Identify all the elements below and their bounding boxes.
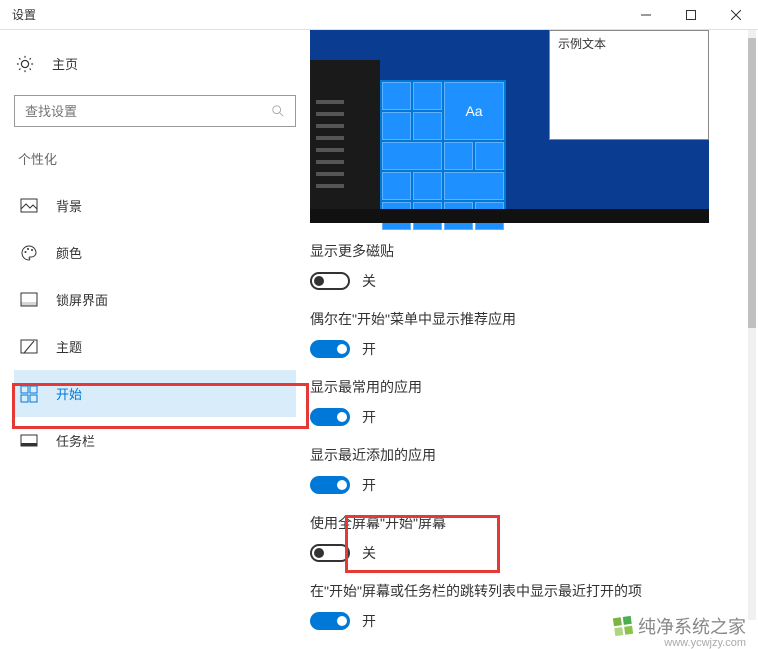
- toggle-state: 关: [362, 543, 376, 563]
- toggle-recently-added[interactable]: [310, 476, 350, 494]
- sidebar-item-label: 颜色: [56, 243, 82, 262]
- toggle-fullscreen-start[interactable]: [310, 544, 350, 562]
- setting-fullscreen-start: 使用全屏幕"开始"屏幕 关: [310, 513, 758, 563]
- preview-tile-aa: Aa: [444, 82, 504, 140]
- setting-recently-added: 显示最近添加的应用 开: [310, 445, 758, 495]
- sidebar-item-background[interactable]: 背景: [14, 182, 296, 229]
- gear-icon: [16, 55, 34, 73]
- sidebar-item-lockscreen[interactable]: 锁屏界面: [14, 276, 296, 323]
- sidebar: 主页 个性化 背景 颜色 锁屏界面 主题 开始: [0, 30, 310, 649]
- minimize-button[interactable]: [623, 0, 668, 30]
- toggle-state: 开: [362, 611, 376, 631]
- setting-more-tiles: 显示更多磁贴 关: [310, 241, 758, 291]
- start-icon: [20, 385, 38, 403]
- main-content: Aa 示例文本 显示更多磁贴 关 偶尔在"开始"菜单中显示推荐应用 开: [310, 30, 758, 649]
- sidebar-item-label: 主题: [56, 337, 82, 356]
- home-link[interactable]: 主页: [14, 50, 296, 77]
- preview-sample-window: 示例文本: [549, 30, 709, 140]
- close-button[interactable]: [713, 0, 758, 30]
- watermark-text: 纯净系统之家: [638, 613, 746, 639]
- search-input[interactable]: [25, 104, 271, 119]
- theme-icon: [20, 338, 38, 356]
- image-icon: [20, 197, 38, 215]
- sidebar-item-label: 锁屏界面: [56, 290, 108, 309]
- taskbar-icon: [20, 432, 38, 450]
- sidebar-item-taskbar[interactable]: 任务栏: [14, 417, 296, 464]
- setting-label: 在"开始"屏幕或任务栏的跳转列表中显示最近打开的项: [310, 581, 758, 601]
- setting-label: 偶尔在"开始"菜单中显示推荐应用: [310, 309, 758, 329]
- palette-icon: [20, 244, 38, 262]
- toggle-state: 关: [362, 271, 376, 291]
- start-preview: Aa 示例文本: [310, 30, 709, 223]
- toggle-jumplist[interactable]: [310, 612, 350, 630]
- toggle-most-used[interactable]: [310, 408, 350, 426]
- setting-label: 使用全屏幕"开始"屏幕: [310, 513, 758, 533]
- sidebar-item-label: 任务栏: [56, 431, 95, 450]
- window-title: 设置: [12, 6, 36, 23]
- home-label: 主页: [52, 54, 78, 73]
- toggle-state: 开: [362, 475, 376, 495]
- watermark: 纯净系统之家: [614, 613, 746, 639]
- setting-label: 显示最近添加的应用: [310, 445, 758, 465]
- toggle-state: 开: [362, 339, 376, 359]
- toggle-more-tiles[interactable]: [310, 272, 350, 290]
- category-label: 个性化: [14, 149, 296, 168]
- setting-most-used: 显示最常用的应用 开: [310, 377, 758, 427]
- window-controls: [623, 0, 758, 30]
- setting-suggestions: 偶尔在"开始"菜单中显示推荐应用 开: [310, 309, 758, 359]
- scrollbar[interactable]: [748, 30, 756, 620]
- sidebar-item-colors[interactable]: 颜色: [14, 229, 296, 276]
- sidebar-item-start[interactable]: 开始: [14, 370, 296, 417]
- setting-label: 显示最常用的应用: [310, 377, 758, 397]
- scrollbar-thumb[interactable]: [748, 38, 756, 328]
- sidebar-item-label: 背景: [56, 196, 82, 215]
- setting-label: 显示更多磁贴: [310, 241, 758, 261]
- titlebar: 设置: [0, 0, 758, 30]
- toggle-state: 开: [362, 407, 376, 427]
- sidebar-item-themes[interactable]: 主题: [14, 323, 296, 370]
- watermark-url: www.ycwjzy.com: [664, 637, 746, 649]
- maximize-button[interactable]: [668, 0, 713, 30]
- toggle-suggestions[interactable]: [310, 340, 350, 358]
- search-box[interactable]: [14, 95, 296, 127]
- lockscreen-icon: [20, 291, 38, 309]
- watermark-logo-icon: [613, 616, 633, 636]
- search-icon: [271, 104, 285, 118]
- sidebar-item-label: 开始: [56, 384, 82, 403]
